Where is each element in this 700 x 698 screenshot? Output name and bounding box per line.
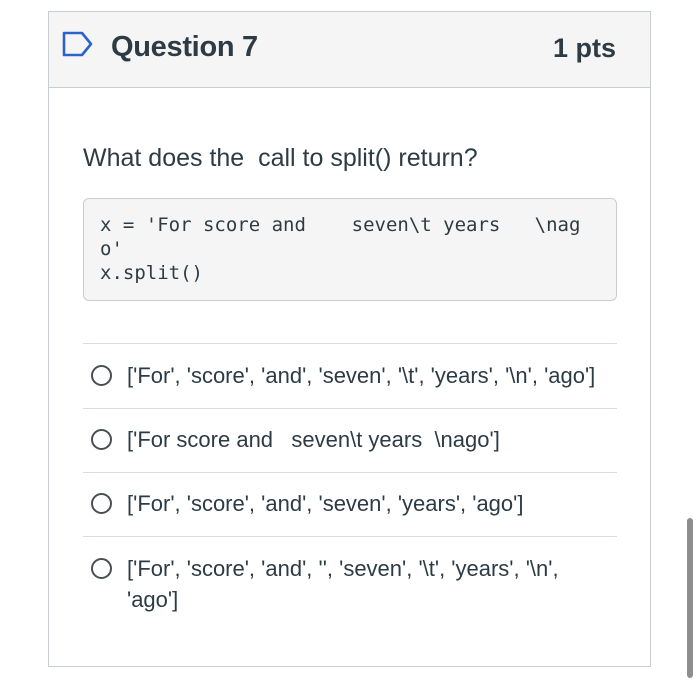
question-prompt: What does the call to split() return? [83, 144, 478, 172]
answer-list: ['For', 'score', 'and', 'seven', '\t', '… [83, 343, 617, 627]
question-points: 1 pts [552, 33, 616, 63]
flag-question-icon[interactable] [62, 30, 94, 58]
answer-option-1[interactable]: ['For', 'score', 'and', 'seven', '\t', '… [83, 344, 617, 408]
code-block: x = 'For score and seven\t years \nag o'… [83, 198, 617, 301]
radio-unselected-icon[interactable] [91, 429, 112, 450]
code-line: x = 'For score and seven\t years \nag [100, 214, 581, 236]
question-header: Question 7 1 pts [49, 12, 650, 88]
answer-label: ['For', 'score', 'and', 'seven', '\t', '… [127, 363, 596, 388]
answer-label: ['For score and seven\t years \nago'] [127, 427, 500, 452]
code-line: x.split() [100, 262, 203, 284]
radio-unselected-icon[interactable] [91, 365, 112, 386]
answer-option-2[interactable]: ['For score and seven\t years \nago'] [83, 409, 617, 472]
radio-unselected-icon[interactable] [91, 558, 112, 579]
answer-option-3[interactable]: ['For', 'score', 'and', 'seven', 'years'… [83, 473, 617, 536]
answer-label: ['For', 'score', 'and', '', 'seven', '\t… [127, 556, 559, 612]
scrollbar[interactable] [687, 518, 693, 678]
radio-unselected-icon[interactable] [91, 493, 112, 514]
question-card: Question 7 1 pts What does the call to s… [48, 11, 651, 667]
code-line: o' [100, 238, 123, 260]
answer-label: ['For', 'score', 'and', 'seven', 'years'… [127, 491, 524, 516]
question-title: Question 7 [111, 31, 258, 63]
answer-option-4[interactable]: ['For', 'score', 'and', '', 'seven', '\t… [83, 537, 617, 627]
